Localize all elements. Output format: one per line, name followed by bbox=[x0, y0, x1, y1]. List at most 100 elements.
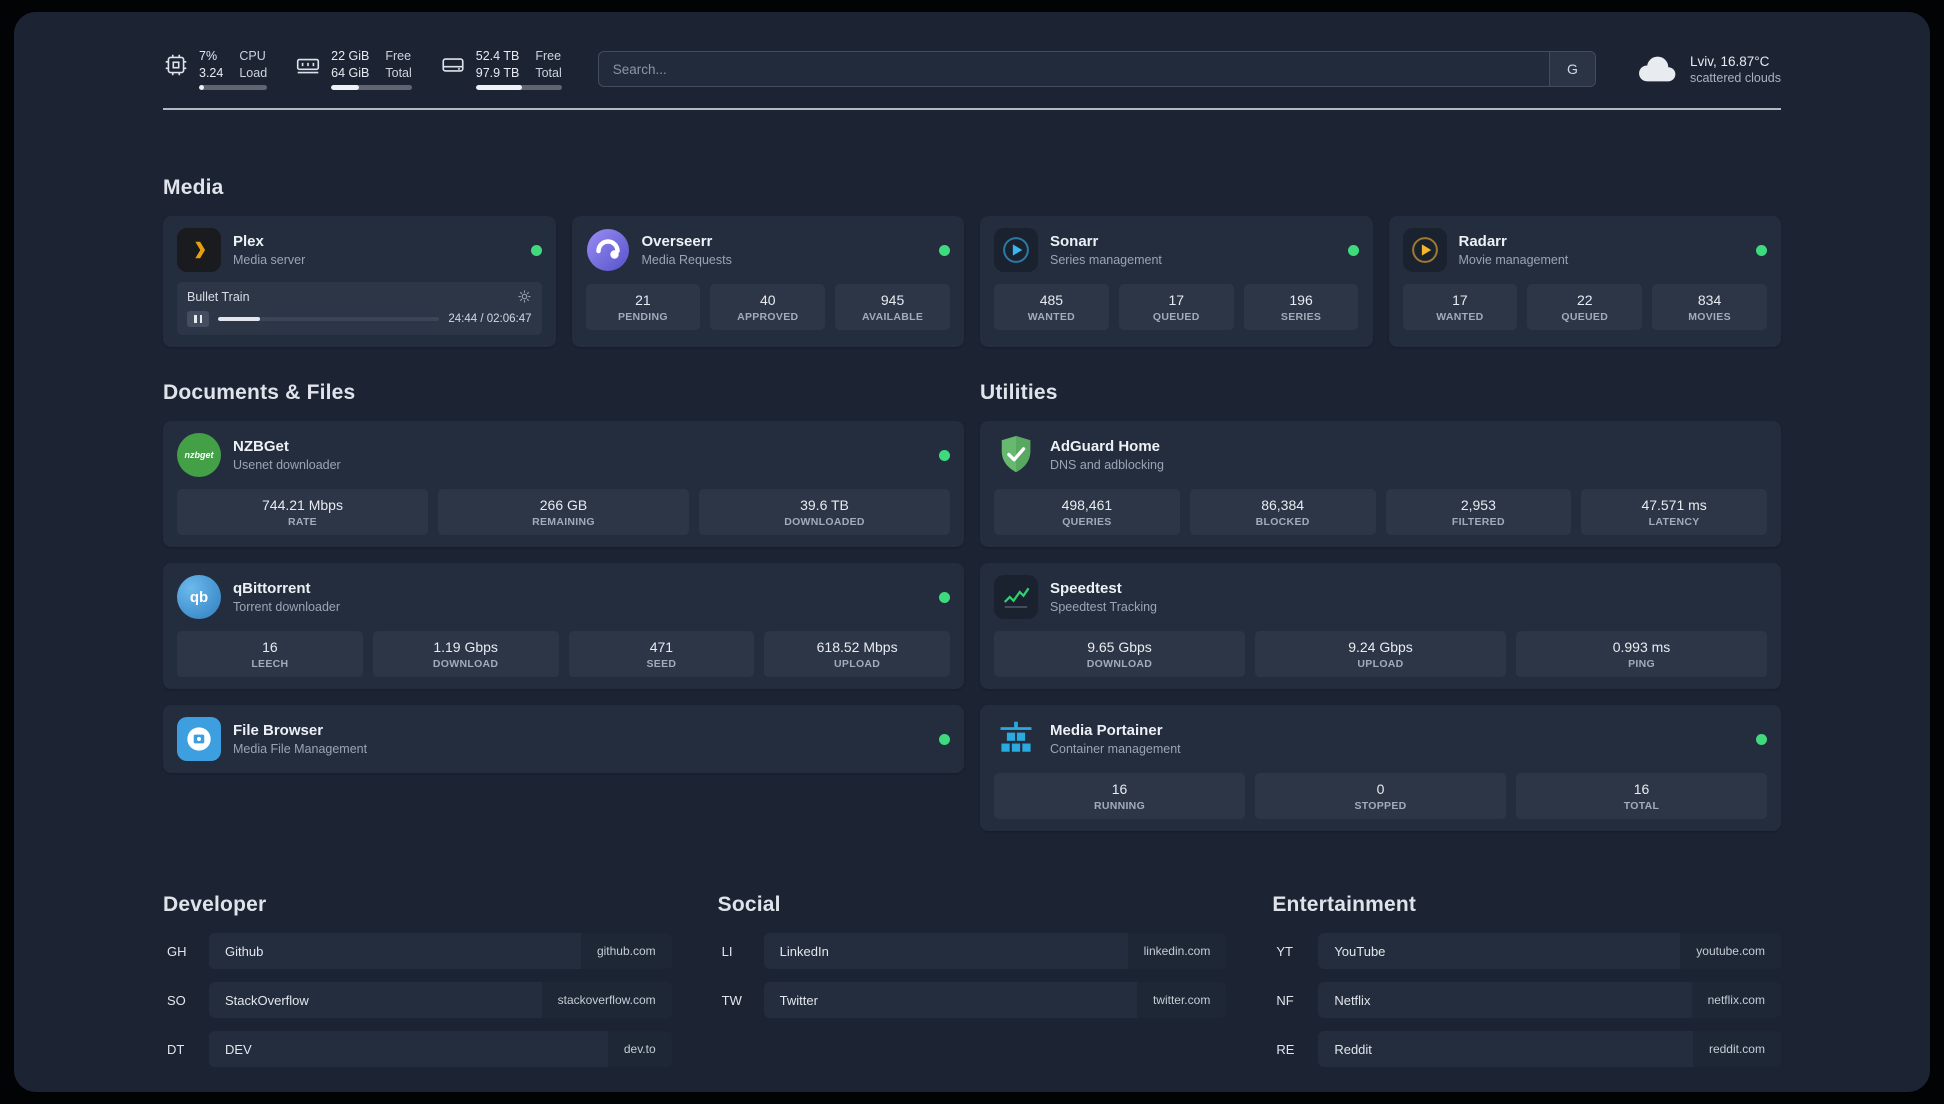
bookmark-netflix[interactable]: NF Netflix netflix.com bbox=[1272, 982, 1781, 1018]
bookmark-stackoverflow[interactable]: SO StackOverflow stackoverflow.com bbox=[163, 982, 672, 1018]
stat-value: 1.19 Gbps bbox=[433, 639, 498, 655]
status-dot bbox=[530, 244, 542, 256]
stat-value: 196 bbox=[1289, 292, 1313, 308]
stat-value: 9.65 Gbps bbox=[1087, 639, 1152, 655]
portainer-icon bbox=[994, 717, 1038, 761]
stat-value: 16 bbox=[1111, 781, 1128, 797]
section-heading-utilities: Utilities bbox=[980, 381, 1058, 404]
stat-value: 16 bbox=[262, 639, 278, 655]
stat-filtered: 2,953 FILTERED bbox=[1385, 489, 1572, 535]
overseerr-card[interactable]: Overseerr Media Requests 21 PENDING 40 A… bbox=[571, 216, 964, 347]
bookmark-reddit[interactable]: RE Reddit reddit.com bbox=[1272, 1031, 1781, 1067]
stat-label: DOWNLOAD bbox=[1086, 658, 1153, 670]
bookmark-abbr: RE bbox=[1276, 1041, 1295, 1057]
bookmark-abbr: YT bbox=[1276, 943, 1293, 959]
sonarr-icon bbox=[994, 228, 1038, 272]
stat-available: 945 AVAILABLE bbox=[835, 284, 950, 330]
stat-value: 744.21 Mbps bbox=[262, 497, 343, 513]
bookmark-dev[interactable]: DT DEV dev.to bbox=[163, 1031, 672, 1067]
stat-label: PENDING bbox=[617, 311, 668, 323]
stat-running: 16 RUNNING bbox=[994, 773, 1245, 819]
radarr-card[interactable]: Radarr Movie management 17 WANTED 22 QUE… bbox=[1388, 216, 1781, 347]
stat-label: SEED bbox=[646, 658, 677, 670]
ram-free: 22 GiB bbox=[331, 48, 370, 63]
stat-total: 16 TOTAL bbox=[1516, 773, 1767, 819]
stat-label: WANTED bbox=[1027, 311, 1076, 323]
bookmark-url: reddit.com bbox=[1692, 1031, 1781, 1067]
stat-label: LEECH bbox=[251, 658, 289, 670]
bookmark-youtube[interactable]: YT YouTube youtube.com bbox=[1272, 933, 1781, 969]
disk-free-label: Free bbox=[535, 48, 562, 63]
stat-queries: 498,461 QUERIES bbox=[994, 489, 1180, 535]
disk-total-label: Total bbox=[535, 66, 562, 80]
stat-label: QUERIES bbox=[1062, 516, 1112, 528]
stat-ping: 0.993 ms PING bbox=[1516, 631, 1767, 677]
weather-widget: Lviv, 16.87°C scattered clouds bbox=[1632, 53, 1781, 85]
app-name: Plex bbox=[233, 233, 264, 250]
app-desc: Series management bbox=[1050, 253, 1162, 267]
search-provider-button[interactable]: G bbox=[1548, 52, 1595, 86]
search-input[interactable] bbox=[598, 52, 1549, 86]
adguard-card[interactable]: AdGuard Home DNS and adblocking 498,461 … bbox=[980, 421, 1781, 547]
bookmark-name: Netflix bbox=[1334, 992, 1371, 1008]
stat-downloaded: 39.6 TB DOWNLOADED bbox=[699, 489, 950, 535]
bookmark-abbr: GH bbox=[167, 943, 187, 959]
topbar: 7% CPU 3.24 Load 22 GiB Free 64 GiB Tota… bbox=[163, 46, 1781, 92]
stat-wanted: 485 WANTED bbox=[994, 284, 1109, 330]
app-name: Media Portainer bbox=[1050, 722, 1163, 739]
stat-leech: 16 LEECH bbox=[177, 631, 363, 677]
app-name: AdGuard Home bbox=[1050, 438, 1161, 455]
stat-value: 40 bbox=[759, 292, 776, 308]
stat-label: APPROVED bbox=[737, 311, 799, 323]
bookmark-abbr: TW bbox=[721, 992, 742, 1008]
pause-button[interactable] bbox=[187, 311, 209, 327]
bookmark-twitter[interactable]: TW Twitter twitter.com bbox=[718, 982, 1227, 1018]
stat-value: 0 bbox=[1376, 781, 1385, 797]
plex-card[interactable]: Plex Media server Bullet Train 24:44 / 0… bbox=[163, 216, 556, 347]
qbittorrent-icon: qb bbox=[177, 575, 221, 619]
stat-label: DOWNLOADED bbox=[784, 516, 865, 528]
qbittorrent-icon-text: qb bbox=[189, 588, 209, 606]
filebrowser-card[interactable]: File Browser Media File Management bbox=[163, 705, 964, 773]
gear-icon[interactable] bbox=[517, 289, 532, 304]
bookmark-github[interactable]: GH Github github.com bbox=[163, 933, 672, 969]
nzbget-card[interactable]: nzbget NZBGet Usenet downloader 744.21 M… bbox=[163, 421, 964, 547]
app-desc: Media server bbox=[233, 253, 306, 267]
speedtest-card[interactable]: Speedtest Speedtest Tracking 9.65 Gbps D… bbox=[980, 563, 1781, 689]
bookmark-linkedin[interactable]: LI LinkedIn linkedin.com bbox=[718, 933, 1227, 969]
stat-value: 0.993 ms bbox=[1612, 639, 1671, 655]
stat-value: 618.52 Mbps bbox=[816, 639, 898, 655]
stat-label: UPLOAD bbox=[1357, 658, 1404, 670]
bookmark-url: github.com bbox=[580, 933, 672, 969]
stat-label: MOVIES bbox=[1688, 311, 1731, 323]
stat-label: PING bbox=[1628, 658, 1655, 670]
stat-label: STOPPED bbox=[1354, 800, 1407, 812]
portainer-card[interactable]: Media Portainer Container management 16 … bbox=[980, 705, 1781, 831]
stat-value: 834 bbox=[1697, 292, 1722, 308]
ram-free-label: Free bbox=[385, 48, 412, 63]
bookmark-name: Github bbox=[225, 943, 264, 959]
disk-meter bbox=[475, 85, 562, 91]
status-dot bbox=[1756, 244, 1767, 256]
window-frame: 7% CPU 3.24 Load 22 GiB Free 64 GiB Tota… bbox=[0, 0, 1944, 1104]
stat-rate: 744.21 Mbps RATE bbox=[177, 489, 428, 535]
sonarr-card[interactable]: Sonarr Series management 485 WANTED 17 Q… bbox=[980, 216, 1373, 347]
ram-total-label: Total bbox=[385, 66, 412, 80]
disk-widget: 52.4 TB Free 97.9 TB Total bbox=[440, 48, 562, 91]
app-desc: Media File Management bbox=[233, 742, 368, 756]
stat-value: 471 bbox=[649, 639, 674, 655]
section-heading-social: Social bbox=[717, 893, 781, 916]
bookmark-abbr: LI bbox=[721, 943, 733, 959]
seek-bar[interactable] bbox=[218, 316, 440, 322]
bookmark-name: Reddit bbox=[1334, 1041, 1372, 1057]
stat-download: 9.65 Gbps DOWNLOAD bbox=[994, 631, 1245, 677]
bookmark-url: netflix.com bbox=[1691, 982, 1781, 1018]
nzbget-icon: nzbget bbox=[177, 433, 221, 477]
stat-value: 498,461 bbox=[1061, 497, 1113, 513]
stat-label: RUNNING bbox=[1093, 800, 1146, 812]
qbittorrent-card[interactable]: qb qBittorrent Torrent downloader 16 LEE… bbox=[163, 563, 964, 689]
section-heading-documents: Documents & Files bbox=[163, 381, 356, 404]
stat-label: WANTED bbox=[1436, 311, 1484, 323]
stat-value: 485 bbox=[1039, 292, 1064, 308]
cpu-widget: 7% CPU 3.24 Load bbox=[163, 48, 268, 91]
